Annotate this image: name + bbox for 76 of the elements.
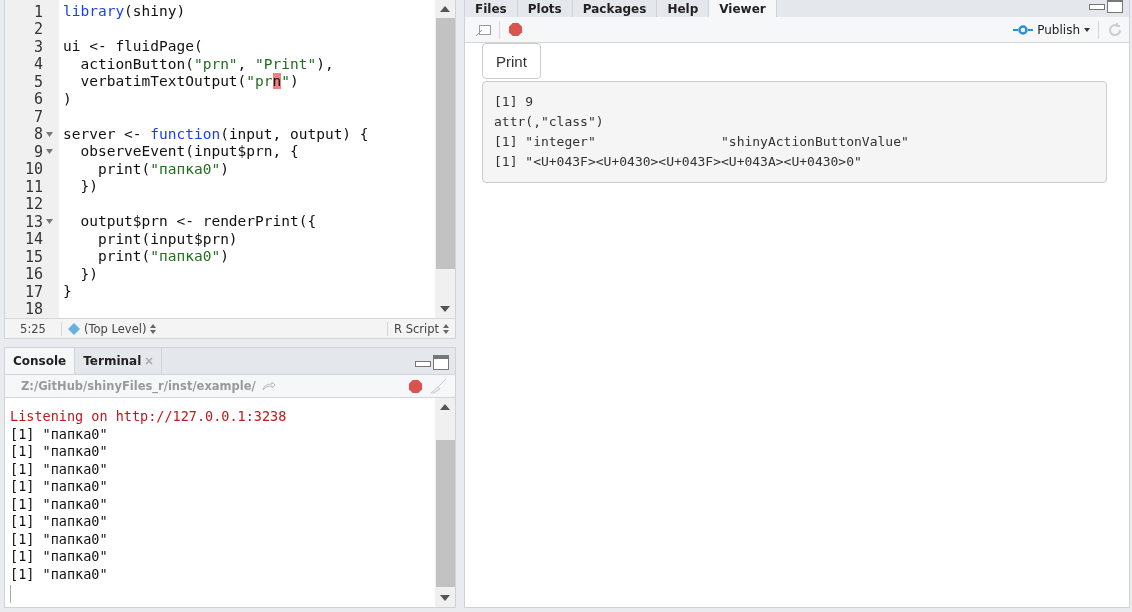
console-line: [1] "папка0": [10, 460, 109, 478]
tag-icon: [68, 322, 80, 335]
pane-tab[interactable]: Console: [5, 348, 76, 374]
line-number: 7: [33, 107, 43, 126]
pane-tab[interactable]: Viewer: [709, 0, 777, 17]
scroll-up-icon[interactable]: [440, 403, 450, 411]
code-line: observeEvent(input$prn, {: [79, 143, 300, 161]
file-type-selector[interactable]: R Script: [394, 321, 439, 336]
console-line: [1] "папка0": [10, 548, 109, 566]
line-number: 4: [33, 55, 43, 74]
line-number: 2: [33, 20, 43, 39]
working-directory: Z:/GitHub/shinyFiles_r/inst/example/: [21, 379, 256, 393]
line-number: 9: [33, 142, 43, 161]
console-line: [1] "папка0": [10, 513, 109, 531]
fold-arrow-icon[interactable]: [45, 149, 53, 155]
maximize-icon[interactable]: [433, 355, 449, 370]
scroll-down-icon[interactable]: [440, 594, 450, 602]
code-line: library(shiny): [63, 3, 187, 21]
updown-icon: [150, 323, 157, 334]
line-number: 6: [33, 90, 43, 109]
line-number: 11: [24, 177, 43, 196]
minimize-icon[interactable]: [415, 358, 431, 367]
line-number: 15: [24, 247, 43, 266]
scroll-up-icon[interactable]: [440, 5, 450, 13]
console-line: [1] "папка0": [10, 530, 109, 548]
code-line: print(input$prn): [96, 230, 239, 248]
line-number: 3: [33, 37, 43, 56]
minimize-icon[interactable]: [1089, 1, 1105, 10]
maximize-icon[interactable]: [1107, 0, 1123, 13]
cursor-position: 5:25: [5, 321, 62, 336]
line-number: 5: [33, 72, 43, 91]
code-line: print("папка0"): [96, 160, 230, 178]
console-line: [1] "папка0": [10, 425, 109, 443]
console-line: [1] "папка0": [10, 478, 109, 496]
line-number: 16: [24, 265, 43, 284]
output-line: attr(,"class"): [494, 113, 605, 131]
text-cursor: [10, 585, 11, 603]
code-line: ui <- fluidPage(: [63, 38, 204, 56]
code-line: server <- function(input, output) {: [63, 125, 370, 143]
scrollbar-thumb[interactable]: [435, 440, 455, 587]
output-line: [1] "integer" "shinyActionButtonValue": [494, 133, 910, 151]
line-number: 17: [24, 282, 43, 301]
line-number: 18: [24, 300, 43, 318]
console-line: [1] "папка0": [10, 495, 109, 513]
code-line: actionButton("prn", "Print"),: [79, 55, 335, 73]
print-button[interactable]: Print: [482, 43, 541, 79]
updown-icon: [443, 323, 449, 334]
code-line: ): [63, 90, 73, 108]
output-line: [1] 9: [494, 93, 535, 111]
code-line: }): [79, 265, 99, 283]
line-number: 13: [24, 212, 43, 231]
line-number: 8: [33, 125, 43, 144]
publish-icon: [1013, 23, 1034, 36]
popout-icon[interactable]: [475, 22, 491, 37]
scrollbar-thumb[interactable]: [435, 18, 455, 269]
code-line: }: [63, 283, 73, 301]
code-line: print("папка0"): [96, 248, 230, 266]
line-number: 14: [24, 230, 43, 249]
line-number: 1: [33, 2, 43, 21]
publish-button[interactable]: Publish: [1013, 22, 1090, 37]
code-line: }): [79, 178, 99, 196]
console-line: [1] "папка0": [10, 565, 109, 583]
scroll-down-icon[interactable]: [440, 305, 450, 313]
caret-icon: [1084, 27, 1090, 32]
line-number: 12: [24, 195, 43, 214]
console-line: [1] "папка0": [10, 443, 109, 461]
output-line: [1] "<U+043F><U+0430><U+043F><U+043A><U+0430>0": [494, 153, 863, 171]
stop-icon[interactable]: [408, 378, 423, 394]
code-line: output$prn <- renderPrint({: [79, 213, 318, 231]
scope-selector[interactable]: (Top Level): [84, 321, 147, 336]
fold-arrow-icon[interactable]: [45, 219, 53, 225]
fold-arrow-icon[interactable]: [45, 131, 53, 137]
code-line: verbatimTextOutput("prn"): [79, 73, 300, 91]
line-number: 10: [24, 160, 43, 179]
stop-icon[interactable]: [508, 22, 523, 37]
console-line: Listening on http://127.0.0.1:3238: [10, 408, 288, 426]
